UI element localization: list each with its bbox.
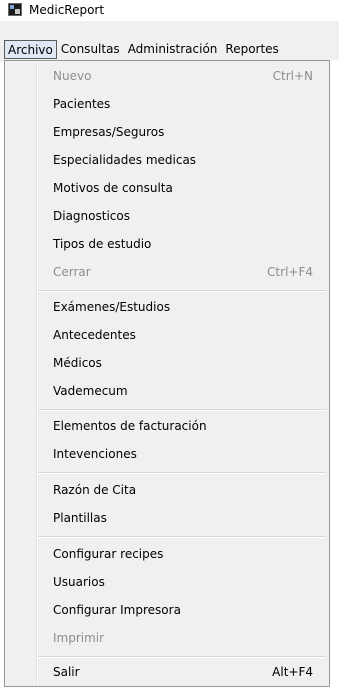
menu-item-especialidades-medicas[interactable]: Especialidades medicas (7, 147, 327, 173)
menu-item-configurar-impresora[interactable]: Configurar Impresora (7, 597, 327, 623)
archivo-dropdown-menu: Nuevo Ctrl+N Pacientes Empresas/Seguros … (4, 60, 330, 687)
menu-consultas[interactable]: Consultas (57, 40, 124, 59)
menu-item-elementos-de-facturacion[interactable]: Elementos de facturación (7, 413, 327, 439)
menu-separator (38, 656, 326, 658)
menu-item-label: Exámenes/Estudios (53, 300, 171, 314)
menu-separator (38, 409, 326, 411)
window-title: MedicReport (29, 3, 105, 17)
menu-item-label: Configurar recipes (53, 547, 164, 561)
menu-reportes[interactable]: Reportes (221, 40, 282, 59)
menu-item-shortcut: Ctrl+F4 (267, 265, 313, 279)
menu-item-diagnosticos[interactable]: Diagnosticos (7, 203, 327, 229)
menu-item-nuevo: Nuevo Ctrl+N (7, 63, 327, 89)
menu-item-usuarios[interactable]: Usuarios (7, 569, 327, 595)
menu-item-salir[interactable]: Salir Alt+F4 (7, 659, 327, 685)
menu-item-configurar-recipes[interactable]: Configurar recipes (7, 541, 327, 567)
menu-item-razon-de-cita[interactable]: Razón de Cita (7, 477, 327, 503)
menu-administracion[interactable]: Administración (124, 40, 222, 59)
menu-separator (38, 536, 326, 538)
menu-item-empresas-seguros[interactable]: Empresas/Seguros (7, 119, 327, 145)
menu-separator (38, 472, 326, 474)
menubar: Archivo Consultas Administración Reporte… (0, 39, 339, 60)
menu-item-examenes-estudios[interactable]: Exámenes/Estudios (7, 294, 327, 320)
menu-item-tipos-de-estudio[interactable]: Tipos de estudio (7, 231, 327, 257)
menu-item-label: Salir (53, 665, 80, 679)
menu-item-imprimir: Imprimir (7, 625, 327, 651)
menu-item-label: Razón de Cita (53, 483, 137, 497)
menu-archivo[interactable]: Archivo (4, 40, 57, 59)
menu-item-label: Configurar Impresora (53, 603, 181, 617)
menu-item-label: Cerrar (53, 265, 91, 279)
menu-item-label: Pacientes (53, 97, 111, 111)
menu-item-intevenciones[interactable]: Intevenciones (7, 441, 327, 467)
menu-item-label: Elementos de facturación (53, 419, 207, 433)
menu-item-motivos-de-consulta[interactable]: Motivos de consulta (7, 175, 327, 201)
menu-item-vademecum[interactable]: Vademecum (7, 378, 327, 404)
menu-item-label: Médicos (53, 356, 102, 370)
menu-item-label: Nuevo (53, 69, 92, 83)
menu-item-pacientes[interactable]: Pacientes (7, 91, 327, 117)
menu-item-label: Tipos de estudio (53, 237, 152, 251)
menu-item-label: Imprimir (53, 631, 105, 645)
medicreport-app-icon[interactable] (8, 3, 22, 16)
menu-item-label: Antecedentes (53, 328, 136, 342)
menu-item-label: Intevenciones (53, 447, 137, 461)
menu-item-label: Diagnosticos (53, 209, 130, 223)
menu-separator (38, 290, 326, 292)
menu-item-cerrar: Cerrar Ctrl+F4 (7, 259, 327, 285)
title-bar: MedicReport (0, 0, 339, 21)
menu-item-shortcut: Alt+F4 (272, 665, 313, 679)
menu-item-label: Plantillas (53, 511, 107, 525)
menu-item-label: Empresas/Seguros (53, 125, 165, 139)
menu-item-medicos[interactable]: Médicos (7, 350, 327, 376)
menu-item-label: Usuarios (53, 575, 105, 589)
menu-item-label: Motivos de consulta (53, 181, 173, 195)
menu-item-label: Vademecum (53, 384, 128, 398)
menu-item-shortcut: Ctrl+N (272, 69, 313, 83)
menu-item-antecedentes[interactable]: Antecedentes (7, 322, 327, 348)
window-background (330, 60, 339, 687)
menu-item-label: Especialidades medicas (53, 153, 197, 167)
menu-item-plantillas[interactable]: Plantillas (7, 505, 327, 531)
